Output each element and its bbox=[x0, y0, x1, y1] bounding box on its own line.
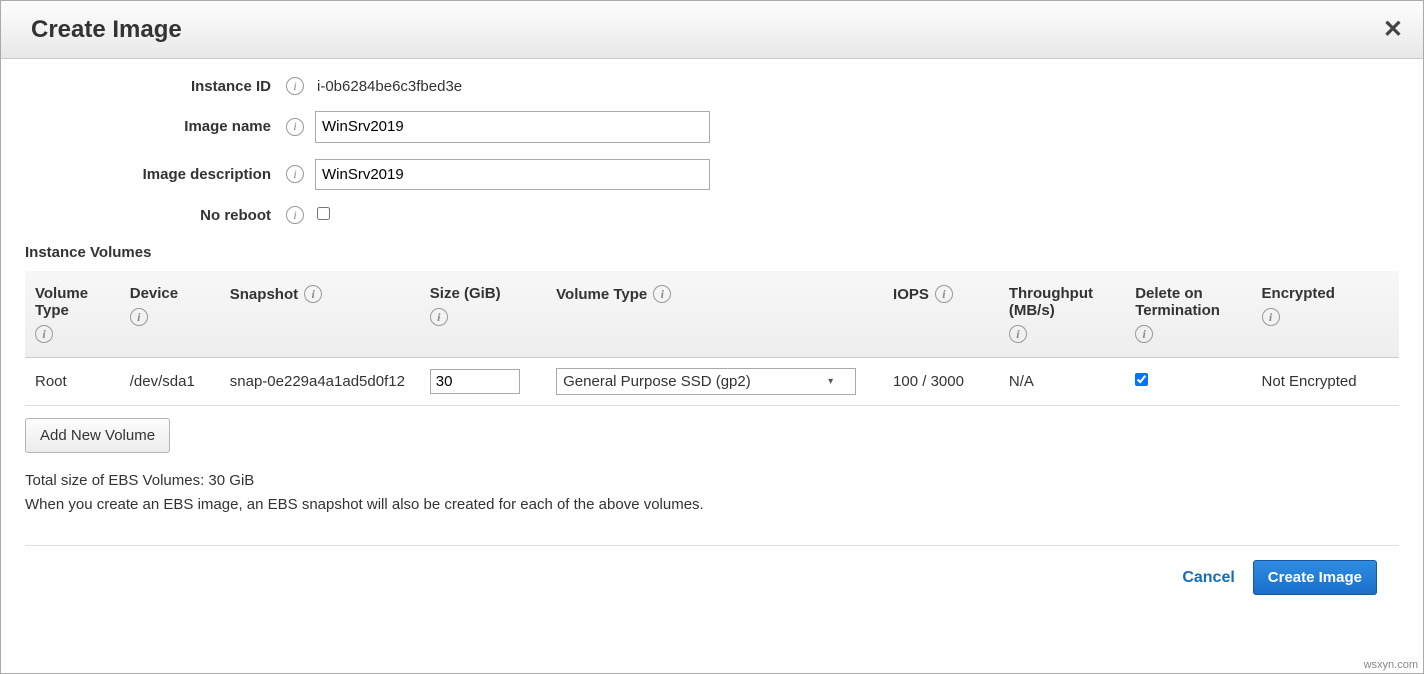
volume-type-select[interactable]: General Purpose SSD (gp2) ▾ bbox=[556, 368, 856, 395]
info-icon[interactable]: i bbox=[1135, 325, 1153, 343]
info-icon[interactable]: i bbox=[430, 308, 448, 326]
no-reboot-label: No reboot bbox=[25, 207, 275, 224]
volumes-table: Volume Type i Device i Snapshot i Size (GiB… bbox=[25, 271, 1399, 406]
info-icon[interactable]: i bbox=[1262, 308, 1280, 326]
instance-id-label: Instance ID bbox=[25, 78, 275, 95]
col-throughput: Throughput (MB/s) bbox=[1009, 285, 1115, 319]
col-device: Device bbox=[130, 285, 178, 302]
info-icon[interactable]: i bbox=[304, 285, 322, 303]
image-description-label: Image description bbox=[25, 166, 275, 183]
info-icon[interactable]: i bbox=[286, 118, 304, 136]
dialog-header: Create Image ✕ bbox=[1, 1, 1423, 59]
size-input[interactable] bbox=[430, 369, 520, 394]
info-icon[interactable]: i bbox=[130, 308, 148, 326]
col-volume-type-role: Volume Type bbox=[35, 285, 110, 319]
info-icon[interactable]: i bbox=[1009, 325, 1027, 343]
info-icon[interactable]: i bbox=[286, 206, 304, 224]
col-delete-on-termination: Delete on Termination bbox=[1135, 285, 1241, 319]
info-icon[interactable]: i bbox=[286, 165, 304, 183]
cell-encrypted: Not Encrypted bbox=[1252, 358, 1399, 406]
watermark: wsxyn.com bbox=[1364, 659, 1418, 671]
table-header-row: Volume Type i Device i Snapshot i Size (GiB… bbox=[25, 271, 1399, 358]
dialog-body: Instance ID i i-0b6284be6c3fbed3e Image … bbox=[1, 59, 1423, 673]
image-description-input[interactable] bbox=[315, 159, 710, 191]
cell-throughput: N/A bbox=[999, 358, 1125, 406]
cell-delete-on-term bbox=[1125, 358, 1251, 406]
col-encrypted: Encrypted bbox=[1262, 285, 1335, 302]
instance-volumes-title: Instance Volumes bbox=[25, 244, 1399, 261]
cancel-button[interactable]: Cancel bbox=[1182, 569, 1234, 587]
image-name-input[interactable] bbox=[315, 111, 710, 143]
info-icon[interactable]: i bbox=[35, 325, 53, 343]
snapshot-note-text: When you create an EBS image, an EBS sna… bbox=[25, 493, 1399, 517]
table-row: Root /dev/sda1 snap-0e229a4a1ad5d0f12 Ge… bbox=[25, 358, 1399, 406]
image-form: Instance ID i i-0b6284be6c3fbed3e Image … bbox=[25, 77, 1399, 224]
cell-role: Root bbox=[25, 358, 120, 406]
col-volume-type: Volume Type bbox=[556, 286, 647, 303]
create-image-button[interactable]: Create Image bbox=[1253, 560, 1377, 595]
info-icon[interactable]: i bbox=[653, 285, 671, 303]
delete-on-termination-checkbox[interactable] bbox=[1135, 373, 1148, 386]
cell-snapshot: snap-0e229a4a1ad5d0f12 bbox=[220, 358, 420, 406]
dialog-title: Create Image bbox=[31, 16, 182, 44]
cell-device: /dev/sda1 bbox=[120, 358, 220, 406]
volume-type-selected: General Purpose SSD (gp2) bbox=[563, 373, 751, 390]
cell-iops: 100 / 3000 bbox=[883, 358, 999, 406]
chevron-down-icon: ▾ bbox=[828, 376, 833, 387]
instance-id-value: i-0b6284be6c3fbed3e bbox=[315, 78, 1399, 95]
add-new-volume-button[interactable]: Add New Volume bbox=[25, 418, 170, 453]
image-name-label: Image name bbox=[25, 118, 275, 135]
info-icon[interactable]: i bbox=[935, 285, 953, 303]
create-image-dialog: Create Image ✕ Instance ID i i-0b6284be6… bbox=[0, 0, 1424, 674]
cell-volume-type: General Purpose SSD (gp2) ▾ bbox=[546, 358, 883, 406]
close-icon[interactable]: ✕ bbox=[1383, 15, 1403, 44]
cell-size bbox=[420, 358, 546, 406]
summary-text: Total size of EBS Volumes: 30 GiB When y… bbox=[25, 469, 1399, 517]
col-size: Size (GiB) bbox=[430, 285, 501, 302]
total-size-text: Total size of EBS Volumes: 30 GiB bbox=[25, 469, 1399, 493]
col-snapshot: Snapshot bbox=[230, 286, 298, 303]
no-reboot-checkbox[interactable] bbox=[317, 207, 330, 220]
info-icon[interactable]: i bbox=[286, 77, 304, 95]
col-iops: IOPS bbox=[893, 286, 929, 303]
dialog-footer: Cancel Create Image bbox=[25, 546, 1399, 605]
